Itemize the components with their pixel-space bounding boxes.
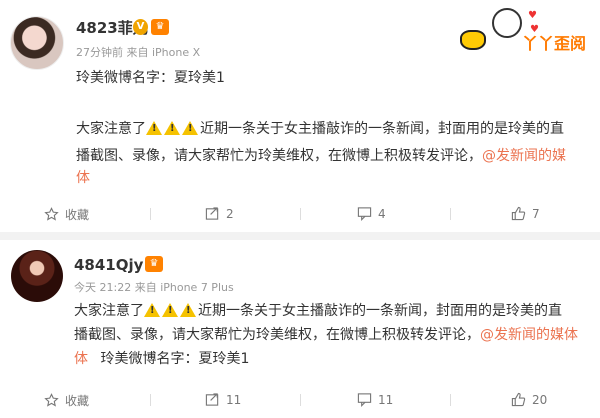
repost-button[interactable]: 2: [205, 206, 234, 221]
repost-icon: [205, 393, 219, 406]
post-text-main: 近期一条关于女主播敲诈的一条新闻，封面用的是玲美的直: [200, 121, 564, 137]
post-text-line2-prefix: 播截图、录像，请大家帮忙为玲美维权，在微博上积极转发评论，: [74, 327, 480, 343]
comment-icon: [357, 207, 372, 221]
watermark-text: 丫丫歪阅: [521, 34, 586, 53]
thumbs-up-icon: [511, 206, 526, 221]
comment-count: 11: [378, 392, 394, 407]
post-text-prefix: 大家注意了: [74, 303, 144, 319]
post-text-line3: 体: [76, 166, 90, 190]
vip-crown-icon: ♛: [151, 19, 169, 35]
avatar[interactable]: [10, 16, 64, 70]
watermark-logo: ♥ ♥ 丫丫歪阅: [460, 8, 586, 54]
warning-icon: [162, 303, 178, 317]
divider: [450, 394, 451, 406]
divider: [150, 208, 151, 220]
divider: [300, 394, 301, 406]
like-count: 7: [532, 206, 540, 221]
post-text: 大家注意了 近期一条关于女主播敲诈的一条新闻，封面用的是玲美的直: [76, 117, 596, 141]
weibo-post-1: 4823菲儿 V ♛ 27分钟前 来自 iPhone X 玲美微博名字：夏玲美1…: [0, 0, 600, 232]
repost-icon: [205, 207, 219, 220]
weibo-post-2: 4841Qjy丶 ♛ 今天 21:22 来自 iPhone 7 Plus 大家注…: [0, 240, 600, 418]
avatar[interactable]: [11, 250, 63, 302]
post-actions: 收藏 2 4 7: [0, 196, 600, 232]
post-text-trailing: 玲美微博名字：夏玲美1: [100, 351, 250, 367]
star-icon: [44, 207, 59, 221]
post-text-prefix: 大家注意了: [76, 121, 146, 137]
like-button[interactable]: 7: [511, 206, 540, 221]
like-button[interactable]: 20: [511, 392, 547, 407]
favorite-label: 收藏: [65, 208, 90, 222]
bee-mascot-icon: [460, 30, 486, 50]
comment-icon: [357, 393, 372, 407]
post-text: 大家注意了 近期一条关于女主播敲诈的一条新闻，封面用的是玲美的直: [74, 299, 598, 323]
thumbs-up-icon: [511, 392, 526, 407]
favorite-button[interactable]: 收藏: [44, 392, 89, 409]
comment-button[interactable]: 4: [357, 206, 386, 221]
feed-separator: [0, 232, 600, 240]
post-text-line2-prefix: 播截图、录像，请大家帮忙为玲美维权，在微博上积极转发评论，: [76, 148, 482, 164]
post-text-line2: 播截图、录像，请大家帮忙为玲美维权，在微博上积极转发评论，@发新闻的媒: [76, 144, 596, 168]
warning-icon: [164, 121, 180, 135]
vip-crown-icon: ♛: [145, 256, 163, 272]
divider: [300, 208, 301, 220]
post-text-line: 玲美微博名字：夏玲美1: [76, 70, 225, 86]
warning-icon: [144, 303, 160, 317]
divider: [450, 208, 451, 220]
mention-link[interactable]: @发新闻的媒: [482, 148, 566, 164]
like-count: 20: [532, 392, 548, 407]
favorite-label: 收藏: [65, 394, 90, 408]
repost-count: 11: [226, 392, 242, 407]
star-icon: [44, 393, 59, 407]
repost-button[interactable]: 11: [205, 392, 241, 407]
post-meta: 27分钟前 来自 iPhone X: [76, 46, 201, 59]
favorite-button[interactable]: 收藏: [44, 206, 89, 223]
post-text-line3: 体 玲美微博名字：夏玲美1: [74, 347, 249, 371]
mention-link[interactable]: @发新闻的媒体: [480, 327, 578, 343]
divider: [150, 394, 151, 406]
mention-link-continued[interactable]: 体: [74, 351, 88, 367]
mention-link-continued[interactable]: 体: [76, 170, 90, 186]
comment-button[interactable]: 11: [357, 392, 393, 407]
post-actions: 收藏 11 11 20: [0, 382, 600, 418]
warning-icon: [180, 303, 196, 317]
warning-icon: [182, 121, 198, 135]
repost-count: 2: [226, 206, 234, 221]
post-meta: 今天 21:22 来自 iPhone 7 Plus: [74, 281, 234, 294]
comment-count: 4: [378, 206, 386, 221]
watermark-face-icon: [492, 8, 522, 38]
post-text-line2: 播截图、录像，请大家帮忙为玲美维权，在微博上积极转发评论，@发新闻的媒体: [74, 323, 598, 347]
warning-icon: [146, 121, 162, 135]
post-text-main: 近期一条关于女主播敲诈的一条新闻，封面用的是玲美的直: [198, 303, 562, 319]
heart-icon: ♥: [528, 10, 537, 21]
verified-v-icon: V: [133, 19, 148, 35]
